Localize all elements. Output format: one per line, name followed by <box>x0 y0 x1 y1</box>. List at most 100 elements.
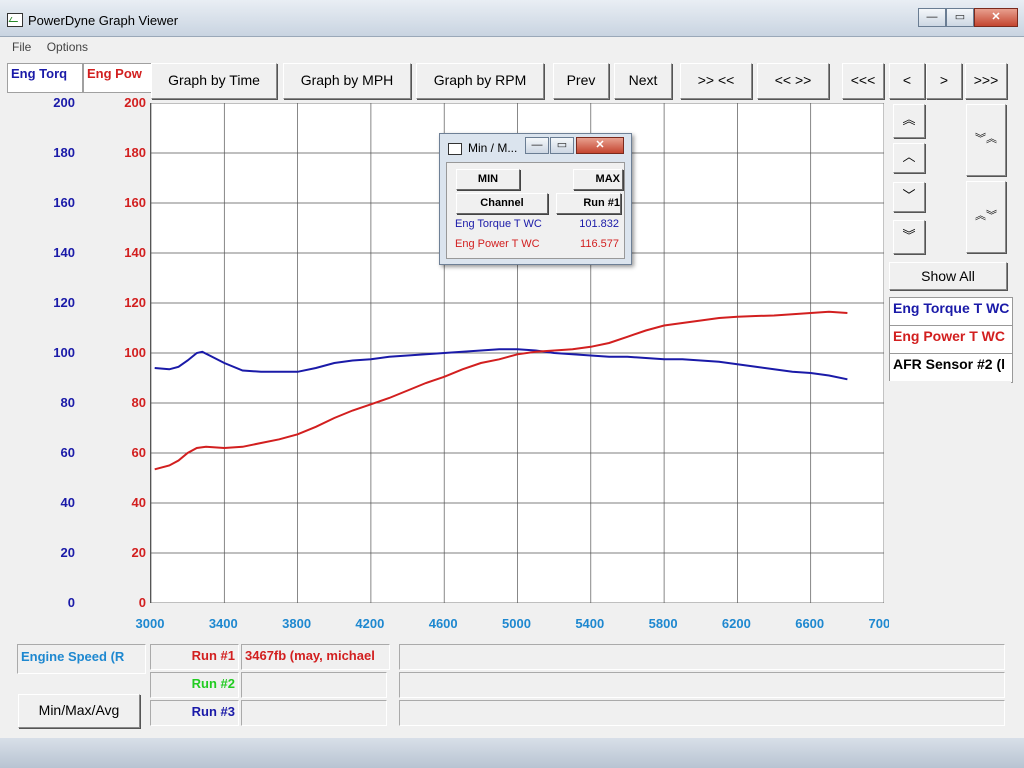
run-1-label[interactable]: Run #1 <box>150 644 239 670</box>
run-2-notes <box>399 672 1005 698</box>
x-tick-label: 4600 <box>428 616 458 631</box>
dialog-title[interactable]: Min / M... <box>468 141 517 155</box>
expand-icon: ︾︽ <box>975 133 997 145</box>
menu-bar: File Options <box>6 37 1018 57</box>
run-3-label[interactable]: Run #3 <box>150 700 239 726</box>
title-bar[interactable]: PowerDyne Graph Viewer — ▭ ✕ <box>0 0 1024 37</box>
y-tick-label-power: 20 <box>131 545 146 560</box>
dialog-min-button[interactable]: MIN <box>456 169 520 190</box>
scroll-back-button[interactable]: < <box>889 63 925 99</box>
x-channel-box[interactable]: Engine Speed (R <box>17 644 146 674</box>
y-tick-label-power: 180 <box>124 145 146 160</box>
dialog-icon <box>448 143 462 155</box>
x-tick-label: 3000 <box>135 616 165 631</box>
x-tick-label: 5800 <box>648 616 678 631</box>
double-chevron-up-icon: ︽ <box>902 112 916 127</box>
next-button[interactable]: Next <box>614 63 672 99</box>
min-max-dialog: Min / M... — ▭ ✕ MIN MAX Channel Run #1 … <box>439 133 632 265</box>
x-tick-label: 3800 <box>282 616 312 631</box>
run-1-description: 3467fb (may, michael <box>241 644 390 670</box>
x-tick-label: 4200 <box>355 616 385 631</box>
run-1-notes <box>399 644 1005 670</box>
channel-column-header[interactable]: Channel <box>456 193 548 214</box>
window-title: PowerDyne Graph Viewer <box>28 13 179 28</box>
scale-up-button[interactable]: ︿ <box>893 143 925 173</box>
x-tick-label: 3400 <box>208 616 238 631</box>
dialog-close-button[interactable]: ✕ <box>576 137 624 154</box>
zoom-in-button[interactable]: >> << <box>680 63 752 99</box>
scale-up-fast-button[interactable]: ︽ <box>893 104 925 138</box>
channel-list-item-torque[interactable]: Eng Torque T WC <box>889 297 1013 327</box>
scale-down-button[interactable]: ﹀ <box>893 182 925 212</box>
y-tick-label-torque: 20 <box>60 545 75 560</box>
menu-options[interactable]: Options <box>41 37 94 57</box>
y-tick-label-torque: 100 <box>53 345 75 360</box>
y-tick-label-torque: 60 <box>60 445 75 460</box>
y-tick-label-power: 140 <box>124 245 146 260</box>
compress-scale-button[interactable]: ︽︾ <box>966 181 1006 253</box>
y-tick-label-torque: 140 <box>53 245 75 260</box>
dialog-minimize-button[interactable]: — <box>525 137 549 154</box>
x-tick-label: 5400 <box>575 616 605 631</box>
series-line-torque <box>154 348 848 381</box>
channel-list-item-power[interactable]: Eng Power T WC <box>889 325 1013 355</box>
minimize-button[interactable]: — <box>918 8 946 27</box>
scroll-first-button[interactable]: <<< <box>842 63 884 99</box>
graph-by-time-button[interactable]: Graph by Time <box>151 63 277 99</box>
dialog-maximize-button[interactable]: ▭ <box>550 137 574 154</box>
dialog-row-1-channel: Eng Torque T WC <box>455 218 542 230</box>
zoom-out-button[interactable]: << >> <box>757 63 829 99</box>
show-all-button[interactable]: Show All <box>889 262 1007 290</box>
double-chevron-down-icon: ︾ <box>902 228 916 243</box>
run-2-label[interactable]: Run #2 <box>150 672 239 698</box>
window-bottom-frame <box>0 738 1024 768</box>
min-max-avg-button[interactable]: Min/Max/Avg <box>18 694 140 728</box>
y-tick-label-power: 80 <box>131 395 146 410</box>
y-tick-label-power: 40 <box>131 495 146 510</box>
dialog-max-button[interactable]: MAX <box>573 169 623 190</box>
y-tick-label-torque: 0 <box>67 595 75 610</box>
y-tick-label-power: 100 <box>124 345 146 360</box>
chevron-up-icon: ︿ <box>902 149 916 164</box>
x-tick-label: 5000 <box>502 616 531 631</box>
scroll-last-button[interactable]: >>> <box>965 63 1007 99</box>
dialog-row-2-value: 116.577 <box>580 238 619 250</box>
run-3-notes <box>399 700 1005 726</box>
dialog-body: MIN MAX Channel Run #1 Eng Torque T WC 1… <box>446 162 625 259</box>
tab-eng-power[interactable]: Eng Pow <box>83 63 159 93</box>
y-tick-label-torque: 180 <box>53 145 75 160</box>
graph-by-rpm-button[interactable]: Graph by RPM <box>416 63 544 99</box>
expand-scale-button[interactable]: ︾︽ <box>966 104 1006 176</box>
dialog-row-1-value: 101.832 <box>579 218 619 230</box>
close-button[interactable]: ✕ <box>974 8 1018 27</box>
y-tick-label-torque: 80 <box>60 395 75 410</box>
y-tick-label-power: 200 <box>124 95 146 110</box>
y-tick-label-torque: 40 <box>60 495 75 510</box>
scale-down-fast-button[interactable]: ︾ <box>893 220 925 254</box>
compress-icon: ︽︾ <box>975 210 997 222</box>
run-3-description <box>241 700 387 726</box>
y-tick-label-torque: 120 <box>53 295 75 310</box>
dialog-row-2-channel: Eng Power T WC <box>455 238 540 250</box>
graph-by-mph-button[interactable]: Graph by MPH <box>283 63 411 99</box>
x-tick-label: 6200 <box>721 616 751 631</box>
scroll-forward-button[interactable]: > <box>926 63 962 99</box>
maximize-button[interactable]: ▭ <box>946 8 974 27</box>
channel-list-item-afr[interactable]: AFR Sensor #2 (l <box>889 353 1013 383</box>
chevron-down-icon: ﹀ <box>902 188 916 203</box>
app-icon <box>7 13 23 27</box>
tab-eng-torque[interactable]: Eng Torq <box>7 63 83 93</box>
channel-tabs: Eng Torq Eng Pow <box>7 63 159 93</box>
x-tick-label: 6600 <box>795 616 825 631</box>
y-tick-label-power: 0 <box>138 595 146 610</box>
y-tick-label-power: 160 <box>124 195 146 210</box>
y-tick-label-power: 60 <box>131 445 146 460</box>
series-line-power <box>154 310 848 471</box>
y-tick-label-torque: 160 <box>53 195 75 210</box>
prev-button[interactable]: Prev <box>553 63 609 99</box>
y-tick-label-power: 120 <box>124 295 146 310</box>
menu-file[interactable]: File <box>6 37 37 57</box>
y-tick-label-torque: 200 <box>53 95 75 110</box>
run-2-description <box>241 672 387 698</box>
run-column-header[interactable]: Run #1 <box>556 193 621 214</box>
